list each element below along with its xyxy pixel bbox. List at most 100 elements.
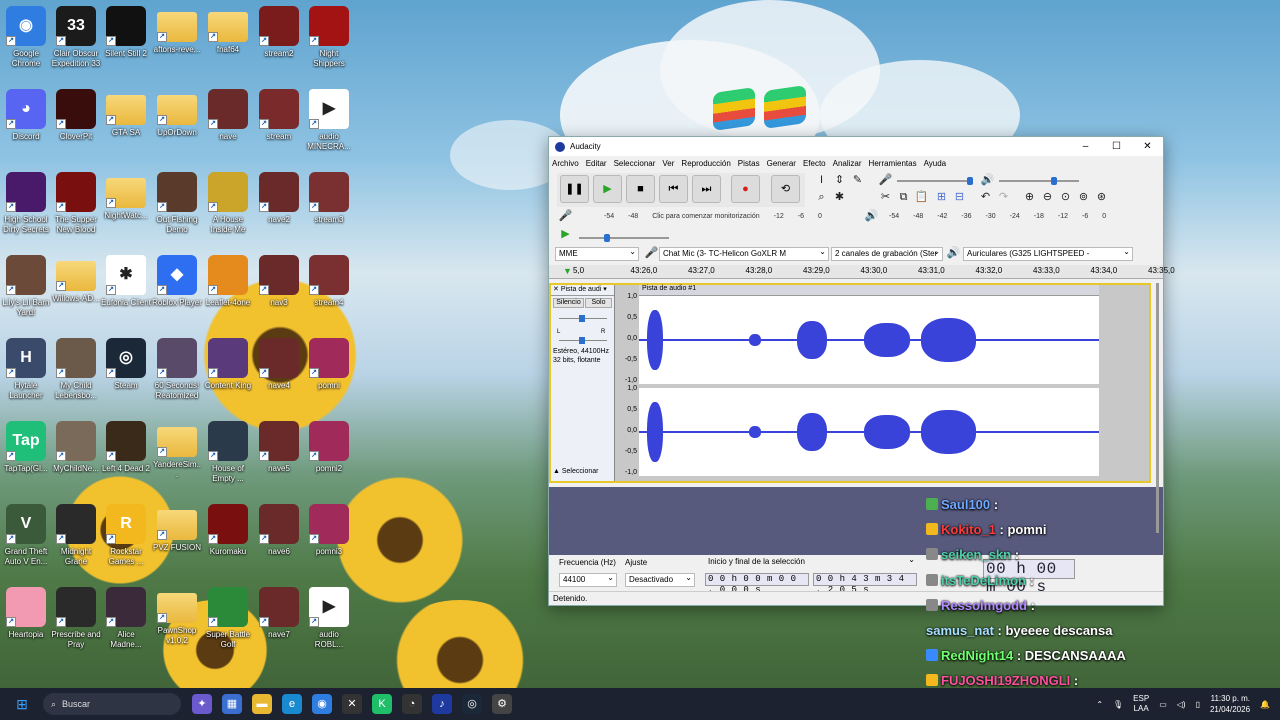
volume-icon[interactable]: ◁) — [1177, 700, 1186, 709]
desktop-icon[interactable]: ↗ The Supper New Blood — [51, 172, 101, 252]
battery-icon[interactable]: ▯ — [1196, 700, 1200, 709]
menu-6[interactable]: Generar — [767, 159, 796, 168]
track-menu-icon[interactable]: ▾ — [603, 286, 607, 293]
clip-header[interactable]: Pista de audio #1 — [639, 285, 1099, 296]
desktop-icon[interactable]: ↗ nave4 — [254, 338, 304, 418]
rec-meter[interactable]: -54 -48 Clic para comenzar monitorizació… — [604, 210, 822, 222]
desktop-icon[interactable]: ↗ Leaflet-4one — [203, 255, 253, 335]
loop-button[interactable]: ⟲ — [771, 175, 800, 203]
desktop-icon[interactable]: ↗ House of Empty ... — [203, 421, 253, 501]
copy-icon[interactable]: ⧉ — [895, 190, 912, 205]
rec-volume-slider[interactable] — [897, 177, 973, 185]
desktop-icon[interactable]: ↗ Midnight Grane — [51, 504, 101, 584]
solo-button[interactable]: Solo — [585, 298, 612, 308]
skip-start-button[interactable]: ⏮ — [659, 175, 688, 203]
gain-slider[interactable] — [559, 315, 607, 322]
menu-9[interactable]: Herramientas — [869, 159, 917, 168]
desktop-icon[interactable]: ↗ Heartopia — [1, 587, 51, 667]
track-close-icon[interactable]: ✕ — [553, 286, 561, 293]
desktop-icon[interactable]: ↗ High School Dirty Secrets — [1, 172, 51, 252]
desktop-icon[interactable]: ↗ YandereSim... — [152, 421, 202, 501]
desktop-icon[interactable]: ↗ UpOrDown — [152, 89, 202, 169]
menu-2[interactable]: Seleccionar — [614, 159, 656, 168]
desktop-icon[interactable]: ↗ nav3 — [254, 255, 304, 335]
desktop-icon[interactable]: ↗ aftons-reve... — [152, 6, 202, 86]
task-view-icon[interactable]: ▦ — [222, 694, 242, 714]
desktop-icon[interactable]: ↗ Out Fishing Demo — [152, 172, 202, 252]
desktop-icon[interactable]: ↗ CloverPit — [51, 89, 101, 169]
menu-1[interactable]: Editar — [586, 159, 607, 168]
desktop-icon[interactable]: Tap ↗ TapTap(Gl... — [1, 421, 51, 501]
redo-icon[interactable]: ↷ — [995, 190, 1012, 205]
bluestacks-icon-2[interactable] — [764, 85, 806, 129]
desktop-icon[interactable]: ↗ nave6 — [254, 504, 304, 584]
desktop-icon[interactable]: ↗ nave — [203, 89, 253, 169]
play-button[interactable]: ▶ — [593, 175, 622, 203]
menu-3[interactable]: Ver — [662, 159, 674, 168]
desktop-icon[interactable]: H ↗ Hytale Launcher — [1, 338, 51, 418]
zoom-in-icon[interactable]: ⊕ — [1021, 190, 1038, 205]
zoom-toggle-icon[interactable]: ⊛ — [1093, 190, 1110, 205]
timeline-ruler[interactable]: ▼ 5,0 43:26,0 43:27,0 43:28,0 43:29,0 43:30,0… — [549, 265, 1175, 279]
zoom-out-icon[interactable]: ⊖ — [1039, 190, 1056, 205]
desktop-icon[interactable]: ↗ NightWatc... — [101, 172, 151, 252]
cut-icon[interactable]: ✂ — [877, 190, 894, 205]
selection-tool-icon[interactable]: I — [813, 173, 830, 188]
play-at-speed-icon[interactable]: ▶ — [557, 227, 574, 242]
notifications-icon[interactable]: 🔔 — [1260, 700, 1270, 709]
desktop-icon[interactable]: ↗ Kuromaku — [203, 504, 253, 584]
steam-taskbar-icon[interactable]: ◎ — [462, 694, 482, 714]
mute-button[interactable]: Silencio — [553, 298, 584, 308]
edge-icon[interactable]: e — [282, 694, 302, 714]
bluestacks-icon[interactable] — [713, 87, 755, 131]
record-button[interactable]: ● — [731, 175, 760, 203]
desktop-icon[interactable]: ↗ Night Shippers — [304, 6, 354, 86]
menu-0[interactable]: Archivo — [552, 159, 579, 168]
play-volume-slider[interactable] — [999, 177, 1079, 185]
trim-icon[interactable]: ⊞ — [933, 190, 950, 205]
maximize-icon[interactable]: ☐ — [1101, 141, 1132, 152]
multi-tool-icon[interactable]: ✱ — [831, 190, 848, 205]
stop-button[interactable]: ■ — [626, 175, 655, 203]
desktop-icon[interactable]: R ↗ Rockstar Games ... — [101, 504, 151, 584]
desktop-icon[interactable]: ▶ ↗ audio ROBL... — [304, 587, 354, 667]
copilot-icon[interactable]: ✦ — [192, 694, 212, 714]
desktop-icon[interactable]: ↗ pomni2 — [304, 421, 354, 501]
envelope-tool-icon[interactable]: ⇕ — [831, 173, 848, 188]
audio-host-select[interactable]: MME — [555, 247, 639, 261]
start-button-icon[interactable]: ⊞ — [12, 694, 32, 714]
menu-7[interactable]: Efecto — [803, 159, 826, 168]
desktop-icon[interactable]: ↗ stream — [254, 89, 304, 169]
vertical-scrollbar[interactable] — [1156, 283, 1159, 533]
selection-mode-select[interactable]: Inicio y final de la selección — [705, 556, 917, 570]
desktop-icon[interactable]: ↗ stream4 — [304, 255, 354, 335]
desktop-icon[interactable]: ↗ Super Battle Golf — [203, 587, 253, 667]
desktop-icon[interactable]: ↗ Willows-AD... — [51, 255, 101, 335]
select-track-button[interactable]: ▲ Seleccionar — [553, 468, 598, 475]
snap-select[interactable]: Desactivado — [625, 573, 695, 587]
desktop-icon[interactable]: ◉ ↗ Google Chrome — [1, 6, 51, 86]
desktop-icon[interactable]: ↗ Left 4 Dead 2 — [101, 421, 151, 501]
draw-tool-icon[interactable]: ✎ — [849, 173, 866, 188]
close-icon[interactable]: ✕ — [1132, 141, 1163, 152]
desktop-icon[interactable]: ↗ nave2 — [254, 172, 304, 252]
desktop-icon[interactable]: ↗ stream3 — [304, 172, 354, 252]
desktop-icon[interactable]: ◎ ↗ Steam — [101, 338, 151, 418]
undo-icon[interactable]: ↶ — [977, 190, 994, 205]
settings-icon[interactable]: ⚙ — [492, 694, 512, 714]
selection-end-time[interactable]: 0 0 h 4 3 m 3 4 , 2 0 5 s — [813, 573, 917, 595]
desktop-icon[interactable]: ↗ A House Inside Me — [203, 172, 253, 252]
play-head-icon[interactable]: ▼ — [563, 266, 572, 276]
playback-device-select[interactable]: Auriculares (G325 LIGHTSPEED - — [963, 247, 1133, 261]
track-area[interactable]: ✕ Pista de audi ▾ Silencio Solo L R Esté… — [549, 283, 1151, 483]
desktop-icon[interactable]: ↗ Alice Madne... — [101, 587, 151, 667]
clock[interactable]: 11:30 p. m. 21/04/2026 — [1210, 693, 1250, 715]
desktop-icon[interactable]: ↗ GTA SA — [101, 89, 151, 169]
desktop-icon[interactable]: ↗ stream2 — [254, 6, 304, 86]
desktop-icon[interactable]: ↗ Silent Still 2 — [101, 6, 151, 86]
file-explorer-icon[interactable]: ▬ — [252, 694, 272, 714]
desktop-icon[interactable]: ↗ Prescribe and Pray — [51, 587, 101, 667]
menu-10[interactable]: Ayuda — [924, 159, 947, 168]
desktop-icon[interactable]: ↗ pomni — [304, 338, 354, 418]
desktop-icon[interactable]: ↗ fnaf64 — [203, 6, 253, 86]
